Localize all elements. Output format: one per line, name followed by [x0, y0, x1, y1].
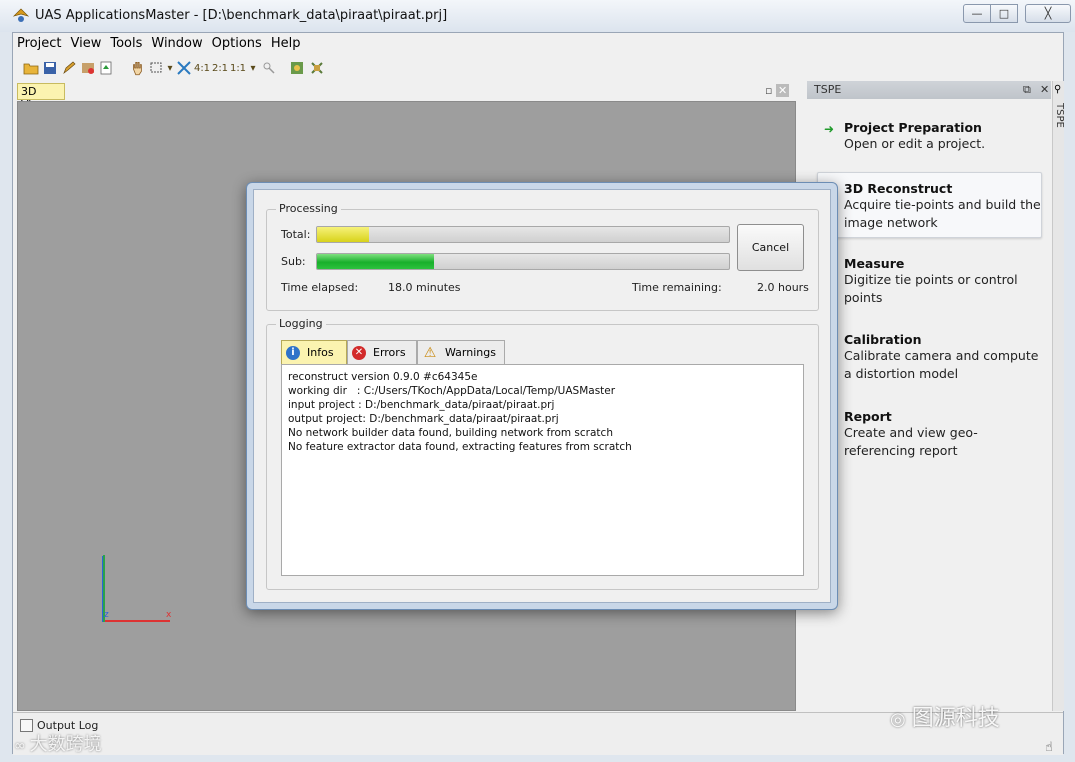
- menu-project[interactable]: Project: [13, 35, 65, 55]
- sub-progress-bar: [316, 253, 730, 270]
- watermark-left-text: 大数跨境: [29, 734, 102, 755]
- tspe-panel-header: TSPE ⧉ ✕: [807, 81, 1051, 99]
- total-progress-bar: [316, 226, 730, 243]
- tab-3d-view[interactable]: 3D View: [17, 83, 65, 111]
- select-dropdown-icon[interactable]: ▾: [166, 59, 174, 77]
- step-description: Create and view geo-referencing report: [844, 425, 978, 458]
- view-window-controls: ▫ ✕: [765, 84, 790, 97]
- app-logo-icon: [13, 8, 29, 22]
- menu-help[interactable]: Help: [267, 35, 305, 55]
- step-title: Measure: [844, 256, 905, 271]
- tspe-panel-title: TSPE: [814, 83, 842, 96]
- view-close-icon[interactable]: ✕: [775, 84, 790, 97]
- toolbar: ▾ 4:1 2:1 1:1 ▾: [13, 57, 1063, 79]
- log-line: reconstruct version 0.9.0 #c64345e: [288, 371, 478, 383]
- step-title: 3D Reconstruct: [844, 181, 953, 196]
- menu-options[interactable]: Options: [208, 35, 266, 55]
- tab-warnings-label: Warnings: [445, 346, 496, 359]
- zoom-2-1-button[interactable]: 2:1: [212, 59, 228, 77]
- step-description: Open or edit a project.: [844, 136, 986, 151]
- warning-icon: ⚠: [423, 344, 437, 361]
- close-button[interactable]: ╳: [1025, 4, 1071, 23]
- project-settings-icon[interactable]: [289, 59, 305, 77]
- panel-close-icon[interactable]: ✕: [1040, 83, 1049, 96]
- sub-progress-fill: [317, 254, 435, 269]
- edit-icon[interactable]: [61, 59, 77, 77]
- error-icon: ✕: [352, 345, 366, 360]
- watermark-left: ∞ 大数跨境: [14, 730, 102, 756]
- tspe-side-tab[interactable]: ⚲ TSPE: [1052, 81, 1065, 711]
- step-description: Digitize tie points or control points: [844, 272, 1018, 305]
- log-line: No feature extractor data found, extract…: [288, 441, 632, 453]
- x-axis-line: [105, 620, 170, 622]
- menu-window[interactable]: Window: [147, 35, 206, 55]
- sub-label: Sub:: [281, 255, 306, 268]
- step-measure[interactable]: Measure Digitize tie points or control p…: [817, 256, 1040, 307]
- cancel-button[interactable]: Cancel: [737, 224, 804, 271]
- time-remaining-label: Time remaining:: [632, 281, 722, 294]
- log-line: No network builder data found, building …: [288, 427, 613, 439]
- step-report[interactable]: Report Create and view geo-referencing r…: [817, 409, 1040, 460]
- maximize-button[interactable]: □: [990, 4, 1018, 23]
- import-icon[interactable]: [80, 59, 96, 77]
- log-line: input project : D:/benchmark_data/piraat…: [288, 399, 555, 411]
- float-panel-icon[interactable]: ⧉: [1023, 83, 1031, 97]
- tab-errors-label: Errors: [373, 346, 406, 359]
- run-process-icon[interactable]: [309, 59, 325, 77]
- processing-group-title: Processing: [276, 202, 341, 215]
- open-folder-icon[interactable]: [23, 59, 39, 77]
- tab-warnings[interactable]: ⚠ Warnings: [417, 340, 505, 364]
- undock-icon[interactable]: ▫: [765, 84, 772, 97]
- total-progress-fill: [317, 227, 369, 242]
- tab-infos[interactable]: i Infos: [281, 340, 347, 364]
- log-output[interactable]: reconstruct version 0.9.0 #c64345e worki…: [281, 364, 804, 576]
- log-line: working dir : C:/Users/TKoch/AppData/Loc…: [288, 385, 616, 397]
- tab-errors[interactable]: ✕ Errors: [347, 340, 417, 364]
- z-axis-label: z: [104, 610, 109, 620]
- menu-tools[interactable]: Tools: [106, 35, 146, 55]
- tab-infos-label: Infos: [307, 346, 334, 359]
- log-line: output project: D:/benchmark_data/piraat…: [288, 413, 559, 425]
- step-calibration[interactable]: Calibration Calibrate camera and compute…: [817, 332, 1040, 383]
- step-project-preparation[interactable]: ➜ Project Preparation Open or edit a pro…: [817, 120, 1040, 153]
- zoom-1-1-button[interactable]: 1:1: [230, 59, 246, 77]
- time-elapsed-value: 18.0 minutes: [388, 281, 461, 294]
- select-box-icon[interactable]: [149, 59, 165, 77]
- watermark-right: ◎ 图源科技: [890, 700, 1000, 732]
- window-title: UAS ApplicationsMaster - [D:\benchmark_d…: [35, 8, 448, 23]
- resize-grip-icon: ☝: [1045, 740, 1053, 755]
- save-icon[interactable]: [42, 59, 58, 77]
- watermark-logo-icon: ∞: [14, 738, 26, 754]
- wechat-icon: ◎: [890, 709, 906, 730]
- zoom-extent-icon[interactable]: [176, 59, 192, 77]
- measure-tool-icon[interactable]: [261, 59, 277, 77]
- step-3d-reconstruct[interactable]: 3D Reconstruct Acquire tie-points and bu…: [817, 172, 1042, 238]
- time-elapsed-label: Time elapsed:: [281, 281, 359, 294]
- watermark-right-text: 图源科技: [911, 706, 1000, 731]
- logging-group-title: Logging: [276, 317, 326, 330]
- menu-view[interactable]: View: [66, 35, 105, 55]
- current-step-arrow-icon: ➜: [824, 122, 835, 136]
- time-remaining-value: 2.0 hours: [757, 281, 809, 294]
- total-label: Total:: [281, 228, 311, 241]
- tspe-side-label: TSPE: [1054, 103, 1065, 128]
- menu-bar: Project View Tools Window Options Help: [13, 35, 305, 55]
- step-title: Calibration: [844, 332, 922, 347]
- zoom-dropdown-icon[interactable]: ▾: [249, 59, 257, 77]
- info-icon: i: [286, 345, 300, 360]
- pan-hand-icon[interactable]: [129, 59, 147, 77]
- step-description: Acquire tie-points and build the image n…: [844, 197, 1041, 230]
- export-icon[interactable]: [98, 59, 114, 77]
- step-title: Project Preparation: [844, 120, 982, 135]
- x-axis-label: x: [166, 610, 172, 620]
- z-axis-line: [102, 556, 103, 622]
- zoom-4-1-button[interactable]: 4:1: [194, 59, 210, 77]
- pin-icon[interactable]: ⚲: [1054, 84, 1061, 95]
- step-title: Report: [844, 409, 892, 424]
- minimize-button[interactable]: —: [963, 4, 991, 23]
- step-description: Calibrate camera and compute a distortio…: [844, 348, 1039, 381]
